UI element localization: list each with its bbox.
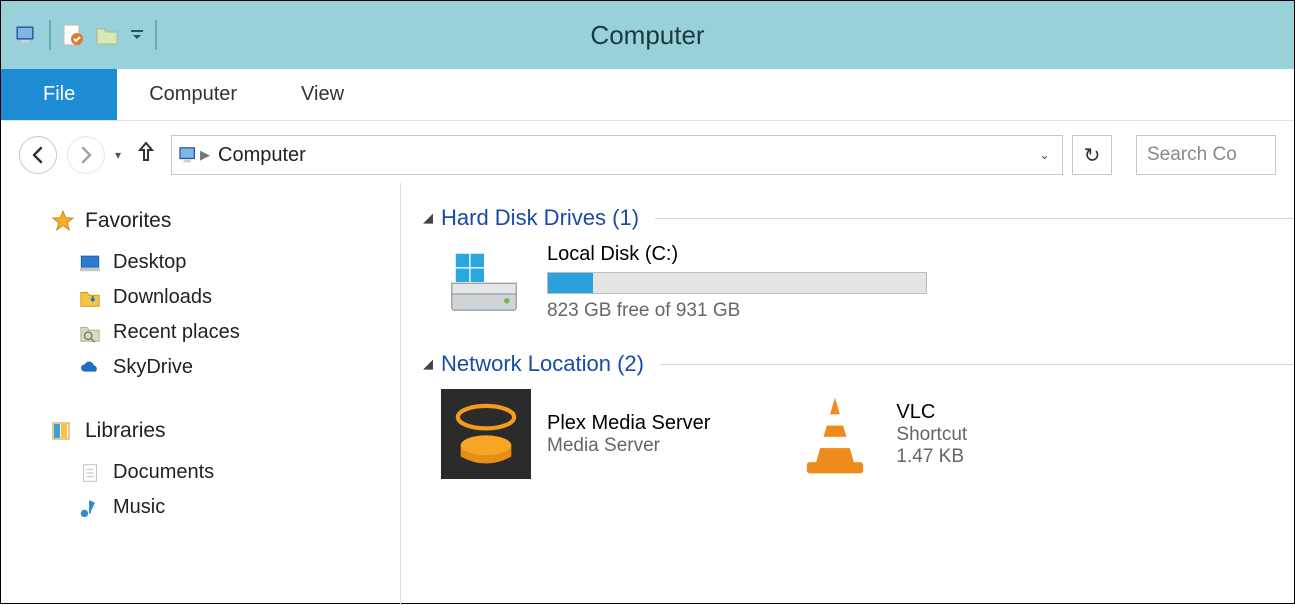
libraries-header[interactable]: Libraries [51,419,390,443]
forward-button[interactable] [67,136,105,174]
separator [155,20,157,50]
sidebar-item-music[interactable]: Music [51,490,390,525]
item-size: 1.47 KB [896,446,967,468]
qat-dropdown-icon[interactable] [129,27,145,43]
sidebar-item-label: Recent places [113,321,240,344]
star-icon [51,209,75,233]
tab-view[interactable]: View [269,69,376,120]
folder-icon[interactable] [95,23,119,47]
tab-file[interactable]: File [1,69,117,120]
back-button[interactable] [19,136,57,174]
usage-bar [547,272,927,294]
item-meta: VLC Shortcut 1.47 KB [896,401,967,468]
window-title: Computer [1,20,1294,51]
recent-locations-dropdown[interactable]: ▾ [115,148,121,162]
item-meta: Plex Media Server Media Server [547,412,710,457]
search-input[interactable]: Search Co [1136,135,1276,175]
tab-computer[interactable]: Computer [117,69,269,120]
address-bar[interactable]: ▶ Computer ⌄ [171,135,1063,175]
section-rule [660,364,1294,365]
section-rule [655,218,1294,219]
sidebar-item-label: Downloads [113,286,212,309]
ribbon-tabs: File Computer View [1,69,1294,121]
recent-places-icon [79,322,101,344]
sidebar-item-recent-places[interactable]: Recent places [51,315,390,350]
music-icon [79,497,101,519]
item-subtitle: Media Server [547,435,710,457]
drive-free-text: 823 GB free of 931 GB [547,300,927,322]
desktop-icon [79,252,101,274]
collapse-icon: ◢ [423,210,433,226]
sidebar-item-label: Desktop [113,251,186,274]
properties-icon[interactable] [61,23,85,47]
sidebar-item-label: Music [113,496,165,519]
usage-fill [548,273,593,293]
item-subtitle: Shortcut [896,424,967,446]
content-area: Favorites Desktop Downloads Recent place… [1,183,1294,605]
documents-icon [79,462,101,484]
computer-icon [178,144,200,166]
item-title: Plex Media Server [547,412,710,435]
favorites-header[interactable]: Favorites [51,209,390,233]
navigation-bar: ▾ ▶ Computer ⌄ ↻ Search Co [1,127,1294,183]
libraries-label: Libraries [85,419,166,443]
plex-icon [441,389,531,479]
quick-access-toolbar [1,20,171,50]
sidebar-item-label: SkyDrive [113,356,193,379]
navigation-pane: Favorites Desktop Downloads Recent place… [1,183,401,605]
address-dropdown-icon[interactable]: ⌄ [1039,147,1050,163]
breadcrumb-computer[interactable]: Computer [210,144,314,167]
section-hard-disk-drives[interactable]: ◢ Hard Disk Drives (1) [423,205,1294,231]
favorites-group: Favorites Desktop Downloads Recent place… [51,209,390,385]
drive-name: Local Disk (C:) [547,243,927,266]
vlc-icon [790,389,880,479]
refresh-button[interactable]: ↻ [1072,135,1112,175]
sidebar-item-desktop[interactable]: Desktop [51,245,390,280]
libraries-group: Libraries Documents Music [51,419,390,525]
drive-item-local-disk-c[interactable]: Local Disk (C:) 823 GB free of 931 GB [441,243,1294,329]
main-content: ◢ Hard Disk Drives (1) [401,183,1294,605]
collapse-icon: ◢ [423,356,433,372]
up-button[interactable] [131,140,161,170]
network-item-plex[interactable]: Plex Media Server Media Server [441,389,710,479]
sidebar-item-downloads[interactable]: Downloads [51,280,390,315]
network-item-vlc[interactable]: VLC Shortcut 1.47 KB [790,389,967,479]
libraries-icon [51,419,75,443]
sidebar-item-label: Documents [113,461,214,484]
downloads-icon [79,287,101,309]
sidebar-item-skydrive[interactable]: SkyDrive [51,350,390,385]
item-title: VLC [896,401,967,424]
section-title: Hard Disk Drives (1) [441,205,639,231]
section-title: Network Location (2) [441,351,644,377]
breadcrumb-separator-icon: ▶ [200,147,210,163]
title-bar: Computer [1,1,1294,69]
sidebar-item-documents[interactable]: Documents [51,455,390,490]
hard-drive-icon [441,243,527,329]
separator [49,20,51,50]
skydrive-icon [79,357,101,379]
favorites-label: Favorites [85,209,171,233]
section-network-location[interactable]: ◢ Network Location (2) [423,351,1294,377]
computer-icon [15,23,39,47]
drive-info: Local Disk (C:) 823 GB free of 931 GB [547,243,927,322]
